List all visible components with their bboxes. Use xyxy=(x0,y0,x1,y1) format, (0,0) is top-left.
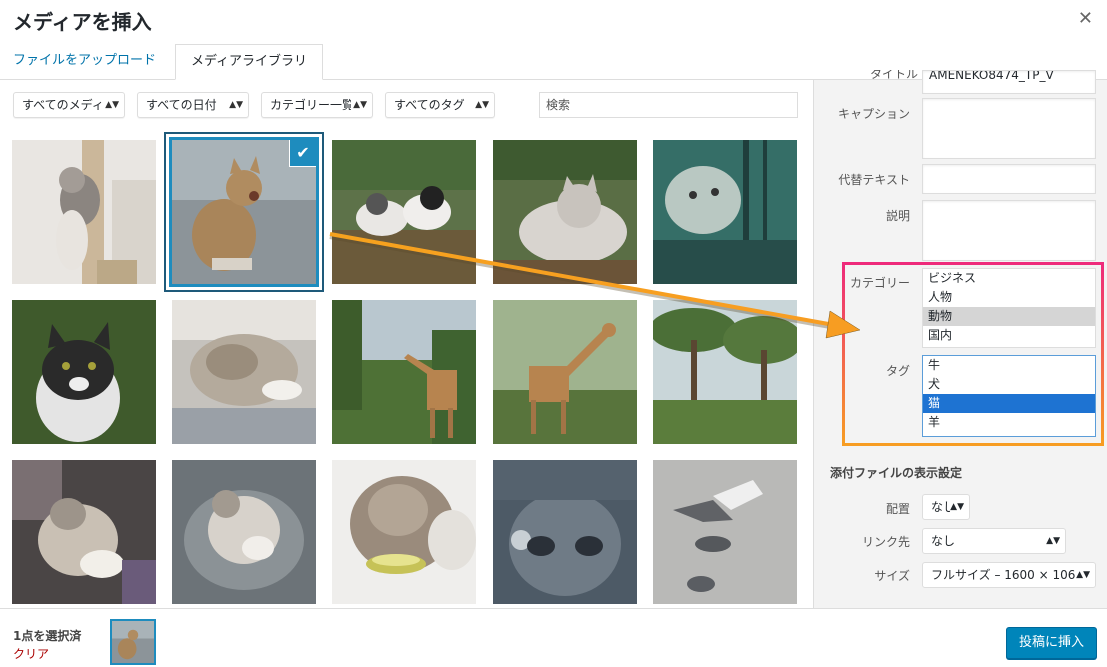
category-filter-value: カテゴリー一覧 xyxy=(270,98,355,112)
media-tile-snow-leopard-art[interactable] xyxy=(653,140,797,284)
date-filter-value: すべての日付 xyxy=(146,98,217,112)
size-label: サイズ xyxy=(874,569,910,583)
media-tile-cat-sleeping-outdoors[interactable] xyxy=(493,140,637,284)
media-toolbar: 1点を選択済 クリア 投稿に挿入 xyxy=(0,608,1107,667)
media-tile-acacia-forest[interactable] xyxy=(653,300,797,444)
select-arrows-icon: ▲▼ xyxy=(950,495,964,519)
size-select[interactable]: フルサイズ – 1600 × 1066 ▲▼ xyxy=(922,562,1096,588)
selected-thumbnail[interactable] xyxy=(110,619,156,665)
media-type-filter[interactable]: すべてのメディア ▲▼ xyxy=(13,92,125,118)
media-type-filter-value: すべてのメディア xyxy=(22,98,116,112)
caption-field[interactable] xyxy=(922,98,1096,159)
media-tile-tabby-cat-yawning[interactable]: ✔ xyxy=(169,137,319,287)
search-input[interactable]: 検索 xyxy=(539,92,798,118)
alt-text-field[interactable] xyxy=(922,164,1096,194)
category-filter[interactable]: カテゴリー一覧 ▲▼ xyxy=(261,92,373,118)
close-icon[interactable]: ✕ xyxy=(1078,8,1093,29)
media-tile-cat-on-back-sofa[interactable] xyxy=(12,460,156,604)
alignment-label: 配置 xyxy=(885,502,910,516)
media-tile-cat-face-overlay[interactable] xyxy=(493,460,637,604)
size-select-value: フルサイズ – 1600 × 1066 xyxy=(931,568,1084,582)
check-icon[interactable]: ✔ xyxy=(290,140,316,166)
select-arrows-icon: ▲▼ xyxy=(473,93,489,117)
display-settings-title: 添付ファイルの表示設定 xyxy=(830,466,963,480)
media-tile-fluffy-cat-blanket[interactable] xyxy=(172,300,316,444)
select-arrows-icon: ▲▼ xyxy=(351,93,367,117)
title-label: タイトル xyxy=(869,70,918,81)
select-arrows-icon: ▲▼ xyxy=(1076,563,1090,587)
clear-selection-link[interactable]: クリア xyxy=(13,645,49,662)
tag-filter[interactable]: すべてのタグ ▲▼ xyxy=(385,92,495,118)
tab-media-library[interactable]: メディアライブラリ xyxy=(175,44,323,80)
media-tile-pigeons-flying[interactable] xyxy=(653,460,797,604)
date-filter[interactable]: すべての日付 ▲▼ xyxy=(137,92,249,118)
title-field-value: AMENEKO8474_TP_V xyxy=(929,70,1054,82)
media-tile-cat-eating-bowl[interactable] xyxy=(332,460,476,604)
link-to-select[interactable]: なし ▲▼ xyxy=(922,528,1066,554)
alignment-select[interactable]: なし ▲▼ xyxy=(922,494,970,520)
annotation-highlight-box xyxy=(842,262,1104,446)
selection-count: 1点を選択済 xyxy=(13,629,82,643)
media-tile-two-cats-lying[interactable] xyxy=(332,140,476,284)
title-field[interactable]: AMENEKO8474_TP_V xyxy=(922,70,1096,94)
tab-upload-files[interactable]: ファイルをアップロード xyxy=(13,44,156,80)
media-tile-giraffe-standing[interactable] xyxy=(493,300,637,444)
alt-text-label: 代替テキスト xyxy=(838,173,910,187)
select-arrows-icon: ▲▼ xyxy=(227,93,243,117)
link-to-label: リンク先 xyxy=(861,535,910,549)
insert-into-post-button[interactable]: 投稿に挿入 xyxy=(1006,627,1097,659)
tag-filter-value: すべてのタグ xyxy=(394,98,465,112)
link-to-select-value: なし xyxy=(931,534,956,548)
select-arrows-icon: ▲▼ xyxy=(103,93,119,117)
description-field[interactable] xyxy=(922,200,1096,261)
media-tile-black-white-cat[interactable] xyxy=(12,300,156,444)
media-tile-cat-rolling-cushion[interactable] xyxy=(172,460,316,604)
caption-label: キャプション xyxy=(837,107,910,121)
description-label: 説明 xyxy=(885,209,910,223)
modal-title: メディアを挿入 xyxy=(13,10,152,34)
media-tile-cat-scratching-post[interactable] xyxy=(12,140,156,284)
media-tile-giraffe-bending[interactable] xyxy=(332,300,476,444)
select-arrows-icon: ▲▼ xyxy=(1046,529,1060,553)
